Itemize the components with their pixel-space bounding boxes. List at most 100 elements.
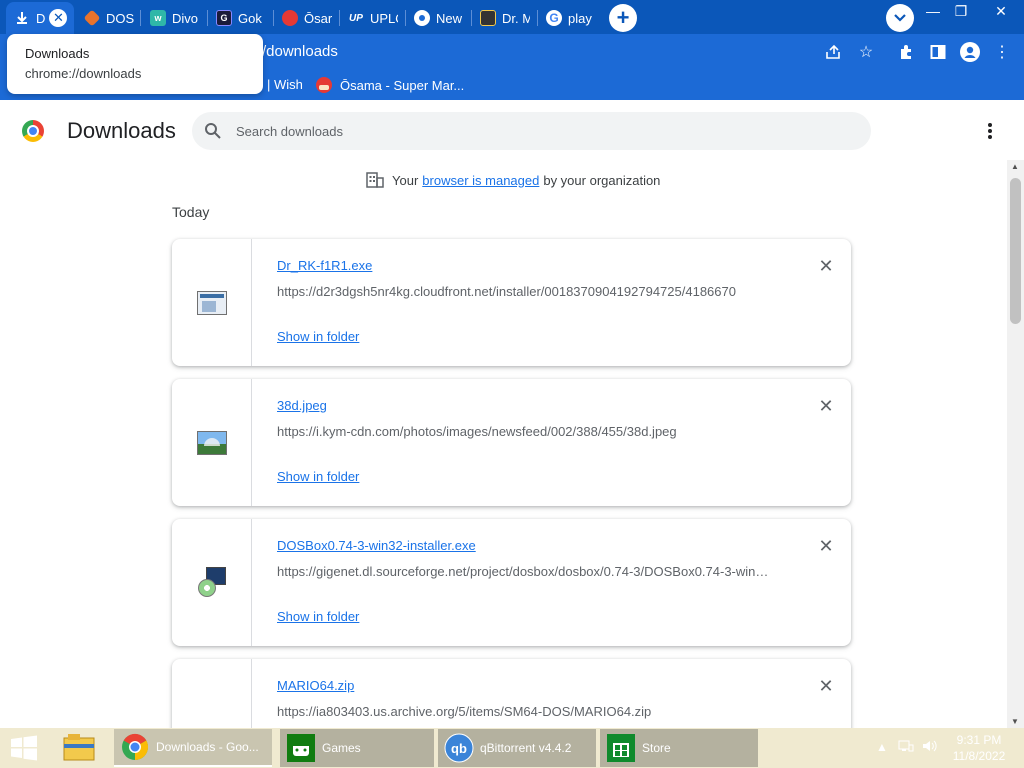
new-tab-button[interactable]: + bbox=[609, 4, 637, 32]
tab-gok[interactable]: G Gok bbox=[208, 2, 272, 34]
bookmark-label: | Wish bbox=[267, 77, 303, 92]
show-in-folder-link[interactable]: Show in folder bbox=[277, 469, 359, 484]
clock-time: 9:31 PM bbox=[956, 733, 1002, 747]
xbox-icon bbox=[286, 733, 316, 763]
show-hidden-icons-icon[interactable]: ▲ bbox=[876, 740, 888, 754]
search-box[interactable] bbox=[192, 112, 871, 150]
downloads-page: Downloads ▲ ▼ Your browser is managed by… bbox=[0, 100, 1024, 728]
start-button[interactable] bbox=[0, 728, 48, 768]
tab-label: DOS bbox=[106, 10, 134, 26]
tab-label: D bbox=[36, 10, 46, 26]
qbittorrent-icon: qb bbox=[444, 733, 474, 763]
bookmark-star-icon[interactable]: ☆ bbox=[855, 41, 877, 63]
tab-new[interactable]: New bbox=[406, 2, 470, 34]
download-file-name[interactable]: 38d.jpeg bbox=[277, 398, 327, 413]
managed-suffix: by your organization bbox=[543, 172, 661, 188]
taskbar-label: Store bbox=[642, 741, 671, 755]
file-explorer-icon[interactable] bbox=[60, 732, 100, 764]
profile-icon[interactable] bbox=[959, 41, 981, 63]
taskbar-qbittorrent[interactable]: qb qBittorrent v4.4.2 bbox=[438, 729, 596, 767]
chevron-down-icon bbox=[894, 14, 906, 22]
extensions-icon[interactable] bbox=[895, 41, 917, 63]
remove-download-icon[interactable]: ✕ bbox=[817, 676, 835, 696]
taskbar-label: Downloads - Goo... bbox=[156, 740, 259, 754]
downloads-header: Downloads bbox=[0, 100, 1024, 162]
tab-label: New bbox=[436, 10, 463, 26]
share-icon[interactable] bbox=[823, 41, 845, 63]
drm-icon bbox=[480, 10, 496, 26]
search-input[interactable] bbox=[236, 112, 836, 150]
system-clock[interactable]: 9:31 PM 11/8/2022 bbox=[944, 732, 1014, 764]
download-card: DOSBox0.74-3-win32-installer.exe https:/… bbox=[172, 519, 851, 646]
remove-download-icon[interactable]: ✕ bbox=[817, 256, 835, 276]
download-source-url: https://gigenet.dl.sourceforge.net/proje… bbox=[277, 564, 769, 579]
tab-label: play bbox=[568, 10, 592, 26]
remove-download-icon[interactable]: ✕ bbox=[817, 536, 835, 556]
restore-button[interactable]: ❐ bbox=[944, 0, 978, 22]
more-actions-icon[interactable] bbox=[980, 120, 1000, 142]
installer-file-icon bbox=[196, 566, 228, 599]
scrollbar-thumb[interactable] bbox=[1010, 178, 1021, 324]
tab-wish[interactable]: w Divo bbox=[142, 2, 206, 34]
taskbar-store[interactable]: Store bbox=[600, 729, 758, 767]
taskbar: Downloads - Goo... Games qb qBittorrent … bbox=[0, 728, 1024, 768]
menu-kebab-icon[interactable]: ⋮ bbox=[991, 41, 1013, 63]
google-icon: G bbox=[546, 10, 562, 26]
remove-download-icon[interactable]: ✕ bbox=[817, 396, 835, 416]
svg-text:qb: qb bbox=[451, 741, 467, 756]
side-panel-icon[interactable] bbox=[927, 41, 949, 63]
tab-label: UPLO bbox=[370, 10, 398, 26]
tab-drm[interactable]: Dr. M bbox=[472, 2, 536, 34]
download-file-name[interactable]: MARIO64.zip bbox=[277, 678, 354, 693]
tab-downloads[interactable]: D ✕ bbox=[6, 2, 74, 34]
gok-icon: G bbox=[216, 10, 232, 26]
tab-label: Dr. M bbox=[502, 10, 530, 26]
download-file-name[interactable]: DOSBox0.74-3-win32-installer.exe bbox=[277, 538, 476, 553]
tab-strip: D ✕ DOS w Divo G Gok Ōsar UP UPLO New Dr… bbox=[0, 0, 1024, 34]
store-icon bbox=[606, 733, 636, 763]
window-close-button[interactable]: ✕ bbox=[984, 0, 1018, 22]
chrome-icon bbox=[414, 10, 430, 26]
close-icon[interactable]: ✕ bbox=[49, 9, 68, 27]
taskbar-games[interactable]: Games bbox=[280, 729, 434, 767]
download-icon bbox=[14, 10, 30, 26]
bookmark-label: Ōsama - Super Mar... bbox=[340, 77, 465, 93]
tab-play[interactable]: G play bbox=[538, 2, 602, 34]
tab-label: Divo bbox=[172, 10, 199, 26]
taskbar-label: Games bbox=[322, 741, 361, 755]
tab-search-button[interactable] bbox=[886, 4, 914, 32]
managed-prefix: Your bbox=[392, 172, 419, 188]
tab-hover-card: Downloads chrome://downloads bbox=[7, 34, 263, 94]
chrome-logo-icon bbox=[22, 120, 44, 142]
download-card: Z MARIO64.zip https://ia803403.us.archiv… bbox=[172, 659, 851, 728]
windows-logo-icon bbox=[11, 735, 37, 761]
section-date-header: Today bbox=[172, 204, 210, 220]
tab-osama[interactable]: Ōsar bbox=[274, 2, 338, 34]
show-in-folder-link[interactable]: Show in folder bbox=[277, 329, 359, 344]
download-card: Dr_RK-f1R1.exe https://d2r3dgsh5nr4kg.cl… bbox=[172, 239, 851, 366]
page-title: Downloads bbox=[67, 118, 176, 143]
tab-dosbox[interactable]: DOS bbox=[76, 2, 140, 34]
upload-icon: UP bbox=[349, 12, 363, 24]
search-icon bbox=[205, 123, 221, 139]
bookmark-wish[interactable]: | Wish bbox=[267, 77, 303, 92]
dosbox-icon bbox=[83, 9, 101, 27]
scroll-down-arrow-icon[interactable]: ▼ bbox=[1011, 717, 1019, 726]
download-file-name[interactable]: Dr_RK-f1R1.exe bbox=[277, 258, 372, 273]
scrollbar[interactable]: ▲ ▼ bbox=[1007, 160, 1024, 728]
download-source-url: https://d2r3dgsh5nr4kg.cloudfront.net/in… bbox=[277, 284, 736, 299]
tab-label: Gok bbox=[238, 10, 262, 26]
network-icon[interactable] bbox=[898, 739, 914, 756]
mario-icon bbox=[316, 77, 332, 93]
bookmark-osama[interactable]: Ōsama - Super Mar... bbox=[316, 77, 464, 93]
taskbar-label: qBittorrent v4.4.2 bbox=[480, 741, 572, 755]
mario-icon bbox=[282, 10, 298, 26]
volume-icon[interactable] bbox=[922, 739, 938, 756]
address-bar-text[interactable]: /downloads bbox=[262, 43, 338, 60]
browser-managed-link[interactable]: browser is managed bbox=[422, 173, 539, 188]
scroll-up-arrow-icon[interactable]: ▲ bbox=[1011, 162, 1019, 171]
show-in-folder-link[interactable]: Show in folder bbox=[277, 609, 359, 624]
tab-upload[interactable]: UP UPLO bbox=[340, 2, 404, 34]
taskbar-chrome[interactable]: Downloads - Goo... bbox=[114, 729, 272, 767]
building-icon bbox=[366, 172, 384, 188]
